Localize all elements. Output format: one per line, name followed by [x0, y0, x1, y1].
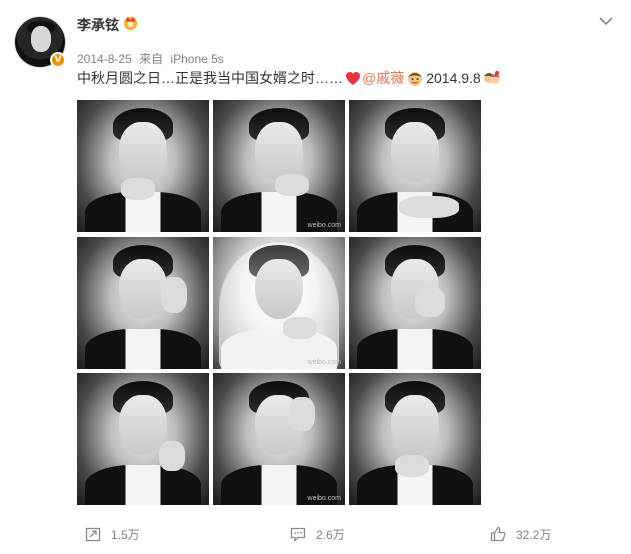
- like-button[interactable]: 32.2万: [490, 519, 551, 549]
- heart-icon: [346, 71, 360, 85]
- photo-face: [255, 259, 303, 319]
- repost-icon: [85, 527, 101, 542]
- photo-face: [119, 259, 167, 319]
- source-prefix: 来自: [139, 52, 164, 66]
- post-date[interactable]: 2014-8-25: [77, 52, 132, 66]
- photo-4[interactable]: [77, 237, 209, 369]
- photo-7[interactable]: [77, 373, 209, 505]
- mention-link[interactable]: @戚薇: [362, 68, 404, 88]
- post-text-main: 中秋月圆之日…正是我当中国女婿之时……: [77, 70, 343, 86]
- action-bar: 1.5万 2.6万 32.2万: [0, 519, 631, 549]
- photo-5[interactable]: weibo.com: [213, 237, 345, 369]
- photo-face: [391, 122, 439, 182]
- photo-9[interactable]: [349, 373, 481, 505]
- photo-2[interactable]: weibo.com: [213, 100, 345, 232]
- photo-suit: [357, 329, 473, 369]
- chevron-down-icon[interactable]: [598, 14, 614, 28]
- like-icon: [490, 526, 506, 542]
- photo-hand: [275, 174, 309, 196]
- comment-count: 2.6万: [316, 527, 345, 542]
- photo-grid: weibo.com weibo.com weibo.com: [77, 100, 481, 505]
- photo-face: [391, 395, 439, 455]
- username[interactable]: 李承铉: [77, 15, 119, 35]
- photo-hand: [159, 441, 185, 471]
- repost-button[interactable]: 1.5万: [85, 519, 140, 549]
- post-text: 中秋月圆之日…正是我当中国女婿之时…… @戚薇 2014.9.8: [77, 69, 503, 87]
- photo-8[interactable]: weibo.com: [213, 373, 345, 505]
- photo-hand: [283, 317, 317, 339]
- repost-count: 1.5万: [111, 527, 140, 542]
- photo-face: [255, 122, 303, 182]
- photo-3[interactable]: [349, 100, 481, 232]
- weibo-post-card: V 李承铉 2014-8-25 来自 iPhone 5s 中秋月圆之日…正是我当…: [0, 0, 631, 554]
- photo-hand: [395, 455, 429, 477]
- avatar-face: [31, 26, 51, 52]
- couple-emoji-icon: [483, 71, 500, 84]
- comment-icon: [290, 527, 306, 542]
- photo-suit: [85, 465, 201, 505]
- photo-suit: [85, 329, 201, 369]
- post-meta: 2014-8-25 来自 iPhone 5s: [77, 50, 224, 67]
- photo-hand: [121, 178, 155, 200]
- photo-1[interactable]: [77, 100, 209, 232]
- crown-icon[interactable]: [122, 14, 139, 31]
- post-date-text: 2014.9.8: [426, 70, 481, 86]
- comment-button[interactable]: 2.6万: [290, 519, 345, 549]
- boy-emoji-icon: [408, 72, 423, 86]
- photo-hand: [415, 287, 445, 317]
- photo-watermark: weibo.com: [307, 222, 341, 229]
- photo-hand: [289, 397, 315, 431]
- photo-watermark: weibo.com: [307, 495, 341, 502]
- photo-watermark: weibo.com: [307, 359, 341, 366]
- photo-hand: [399, 196, 459, 218]
- like-count: 32.2万: [516, 527, 552, 542]
- photo-hand: [161, 277, 187, 313]
- photo-6[interactable]: [349, 237, 481, 369]
- source-device[interactable]: iPhone 5s: [170, 52, 223, 66]
- photo-face: [119, 122, 167, 182]
- verified-badge-icon: V: [50, 52, 66, 68]
